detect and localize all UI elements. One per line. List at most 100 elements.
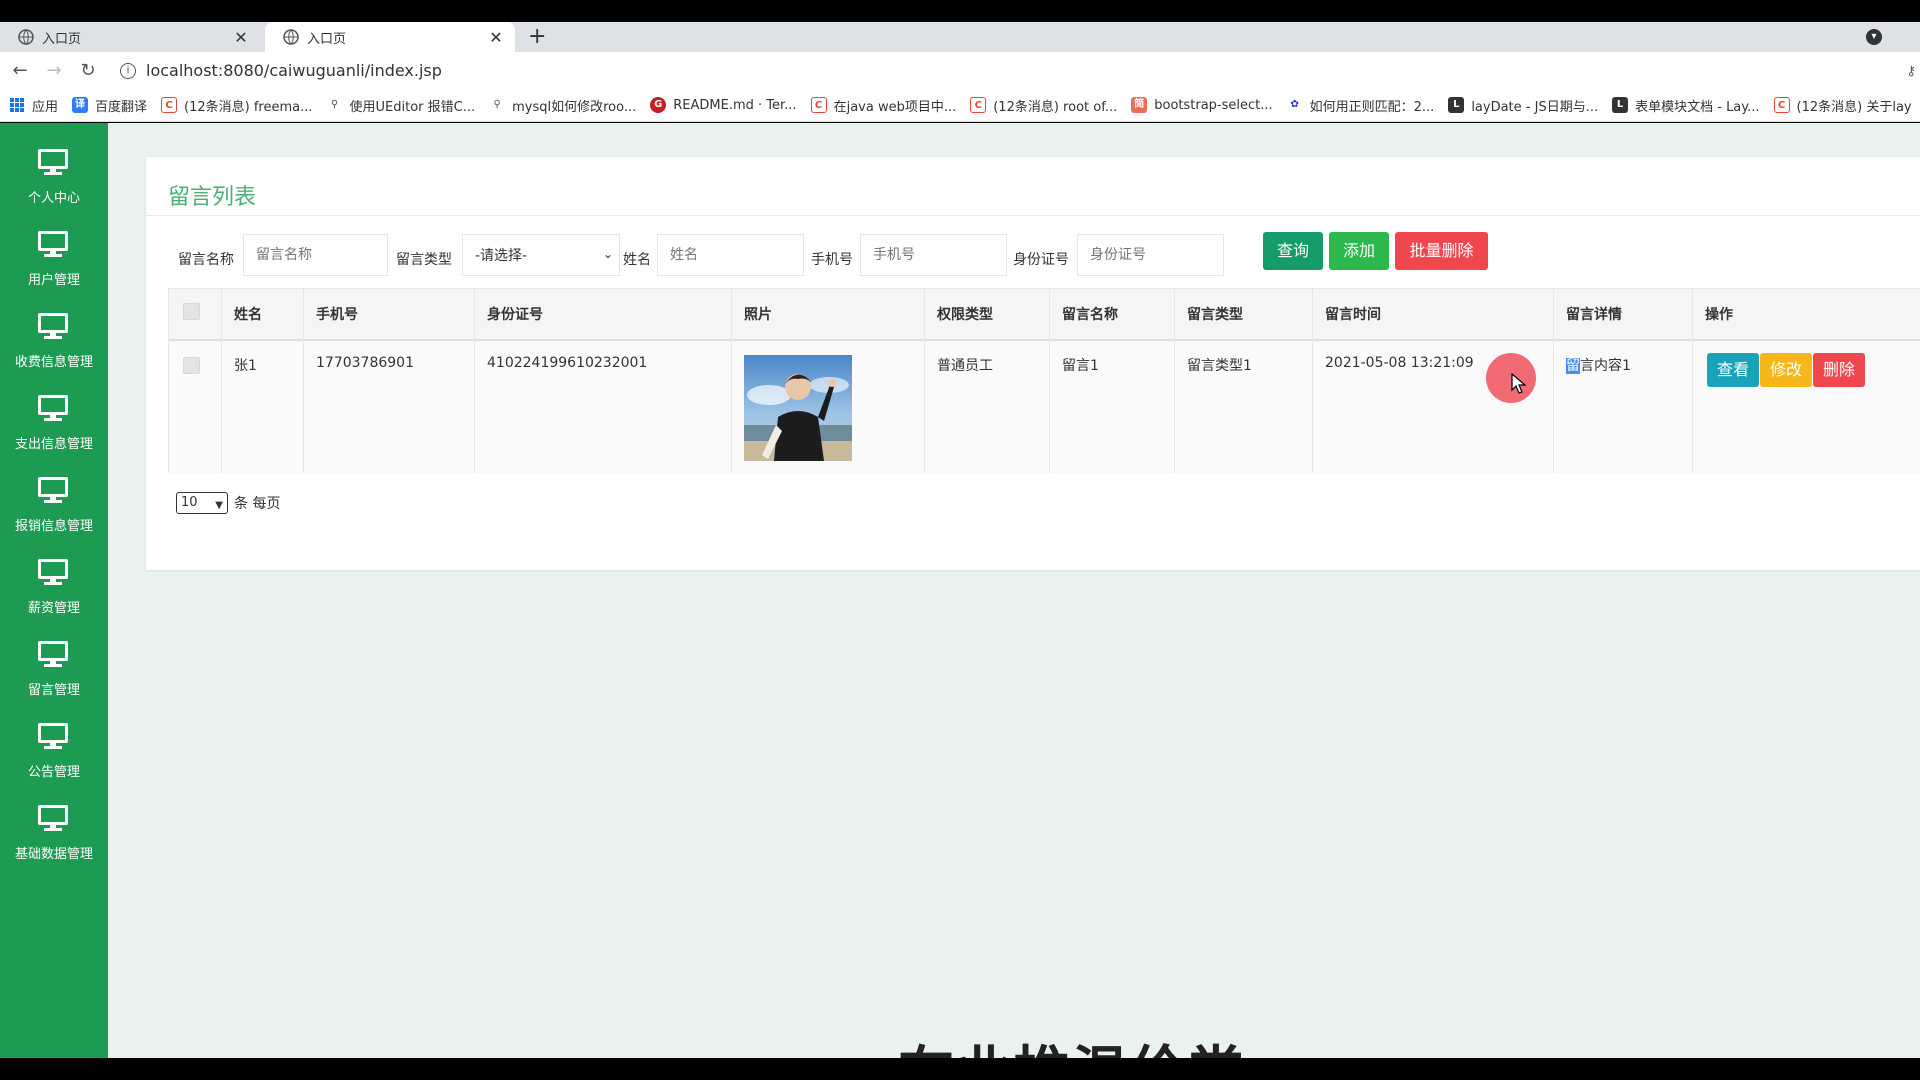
sidebar-item-salary-management[interactable]: 薪资管理 [0, 547, 108, 629]
sidebar-item-label: 基础数据管理 [14, 847, 93, 862]
user-photo[interactable] [744, 355, 852, 461]
sidebar-item-personal-center[interactable]: 个人中心 [0, 137, 108, 219]
page-size-value: 10 [181, 495, 198, 510]
add-button[interactable]: 添加 [1329, 232, 1389, 270]
bookmark-label: (12条消息) root of... [993, 99, 1118, 115]
close-icon[interactable]: ✕ [232, 28, 250, 47]
bookmark-item[interactable]: ✿ 如何用正则匹配：2... [1286, 96, 1434, 115]
baidu-translate-icon: 译 [72, 97, 89, 113]
main-content: 留言列表 留言名称 留言类型 -请选择- ⌄ 姓名 手机号 身份证号 查询 添加… [108, 123, 1920, 1058]
header-message-name[interactable]: 留言名称 [1050, 289, 1175, 341]
bookmark-item[interactable]: C (12条消息) 关于lay [1773, 96, 1912, 115]
detail-text: 言内容1 [1580, 358, 1631, 374]
sidebar-item-base-data-management[interactable]: 基础数据管理 [0, 793, 108, 875]
sidebar-item-user-management[interactable]: 用户管理 [0, 219, 108, 301]
row-select-cell [169, 341, 222, 473]
header-photo[interactable]: 照片 [732, 289, 925, 341]
browser-toolbar: ← → ↻ i localhost:8080/caiwuguanli/index… [0, 52, 1920, 89]
batch-delete-button[interactable]: 批量删除 [1395, 232, 1488, 270]
monitor-icon [38, 723, 68, 749]
bookmark-item[interactable]: LlayDate - JS日期与... [1448, 96, 1598, 115]
video-caption: 在业推温伦堂 [898, 1028, 1246, 1058]
phone-input[interactable] [860, 234, 1007, 276]
message-list-card: 留言列表 留言名称 留言类型 -请选择- ⌄ 姓名 手机号 身份证号 查询 添加… [146, 157, 1920, 570]
id-card-input[interactable] [1077, 234, 1224, 276]
sidebar-item-label: 公告管理 [27, 765, 80, 780]
bookmark-item[interactable]: ⚲ mysql如何修改roo... [489, 96, 636, 115]
sidebar-item-label: 报销信息管理 [14, 519, 93, 534]
bookmark-label: bootstrap-select... [1154, 97, 1273, 113]
cell-message-name: 留言1 [1050, 341, 1175, 473]
delete-button[interactable]: 删除 [1813, 353, 1865, 387]
close-icon[interactable]: ✕ [487, 28, 505, 47]
monitor-icon [38, 477, 68, 503]
reload-icon[interactable]: ↻ [78, 60, 98, 81]
bookmark-label: mysql如何修改roo... [512, 99, 637, 115]
address-bar[interactable]: localhost:8080/caiwuguanli/index.jsp [146, 61, 442, 80]
select-all-checkbox[interactable] [183, 303, 200, 320]
layui-icon: L [1448, 97, 1465, 113]
letterbox-bottom [0, 1058, 1920, 1080]
bookmark-item[interactable]: 译百度翻译 [72, 96, 147, 115]
bookmark-item[interactable]: C 在java web项目中... [810, 96, 957, 115]
edit-button[interactable]: 修改 [1760, 353, 1812, 387]
bookmark-item[interactable]: C (12条消息) freema... [161, 96, 313, 115]
header-message-detail[interactable]: 留言详情 [1554, 289, 1693, 341]
header-phone[interactable]: 手机号 [304, 289, 475, 341]
bookmark-label: (12条消息) freema... [184, 99, 313, 115]
cell-name: 张1 [222, 341, 304, 473]
browser-tab-strip: 入口页 ✕ 入口页 ✕ + ▾ [0, 22, 1920, 52]
row-checkbox[interactable] [183, 357, 200, 374]
sidebar-item-notice-management[interactable]: 公告管理 [0, 711, 108, 793]
header-id-card[interactable]: 身份证号 [475, 289, 732, 341]
mouse-cursor-icon [1511, 373, 1527, 394]
message-type-select[interactable]: -请选择- ⌄ [462, 234, 620, 276]
bookmark-item[interactable]: L 表单模块文档 - Lay... [1612, 96, 1760, 115]
bookmark-item[interactable]: C (12条消息) root of... [970, 96, 1117, 115]
bookmark-apps[interactable]: 应用 [10, 96, 58, 115]
sidebar-item-label: 个人中心 [27, 191, 80, 206]
page-size-select[interactable]: 10 ▼ [176, 492, 228, 514]
sidebar-item-message-management[interactable]: 留言管理 [0, 629, 108, 711]
browser-tab-1[interactable]: 入口页 ✕ [0, 22, 260, 52]
key-icon[interactable]: ⚷ [1906, 64, 1916, 79]
site-info-icon[interactable]: i [120, 62, 136, 79]
header-name[interactable]: 姓名 [222, 289, 304, 341]
sidebar-item-label: 留言管理 [27, 683, 80, 698]
forward-arrow-icon[interactable]: → [44, 60, 64, 81]
bookmark-label: 应用 [32, 99, 59, 115]
tab-search-icon[interactable]: ▾ [1866, 29, 1882, 45]
monitor-icon [38, 149, 68, 175]
bookmark-label: 使用UEditor 报错C... [349, 99, 476, 115]
header-message-time[interactable]: 留言时间 [1313, 289, 1554, 341]
query-button[interactable]: 查询 [1263, 232, 1323, 270]
bookmark-label: 在java web项目中... [833, 99, 957, 115]
tab-title: 入口页 [307, 31, 347, 47]
monitor-icon [38, 395, 68, 421]
name-input[interactable] [657, 234, 804, 276]
sidebar-item-income-management[interactable]: 收费信息管理 [0, 301, 108, 383]
cell-actions: 查看 修改 删除 [1693, 341, 1920, 473]
header-message-type[interactable]: 留言类型 [1175, 289, 1313, 341]
bookmark-label: layDate - JS日期与... [1471, 99, 1599, 115]
header-role[interactable]: 权限类型 [925, 289, 1050, 341]
back-arrow-icon[interactable]: ← [10, 60, 30, 81]
new-tab-button[interactable]: + [528, 22, 546, 52]
bookmark-item[interactable]: ⚲ 使用UEditor 报错C... [326, 96, 476, 115]
message-table: 姓名 手机号 身份证号 照片 权限类型 留言名称 留言类型 留言时间 留言详情 … [168, 288, 1920, 473]
filter-label-phone: 手机号 [811, 252, 853, 268]
sidebar-item-expense-management[interactable]: 支出信息管理 [0, 383, 108, 465]
bookmark-item[interactable]: 简 bootstrap-select... [1131, 97, 1273, 113]
cell-id-card: 410224199610232001 [475, 341, 732, 473]
bookmark-label: 百度翻译 [95, 99, 148, 115]
browser-tab-2[interactable]: 入口页 ✕ [265, 22, 515, 52]
bookmark-item[interactable]: G README.md · Ter... [650, 97, 797, 113]
csdn-icon: C [1773, 97, 1790, 113]
message-name-input[interactable] [243, 234, 388, 276]
chevron-down-icon: ⌄ [602, 247, 613, 261]
page-size-suffix: 条 每页 [234, 496, 281, 512]
filter-label-message-type: 留言类型 [396, 252, 452, 268]
view-button[interactable]: 查看 [1707, 353, 1759, 387]
sidebar: 个人中心 用户管理 收费信息管理 支出信息管理 报销信息管理 薪资管理 留言管理… [0, 123, 108, 1058]
sidebar-item-reimbursement-management[interactable]: 报销信息管理 [0, 465, 108, 547]
